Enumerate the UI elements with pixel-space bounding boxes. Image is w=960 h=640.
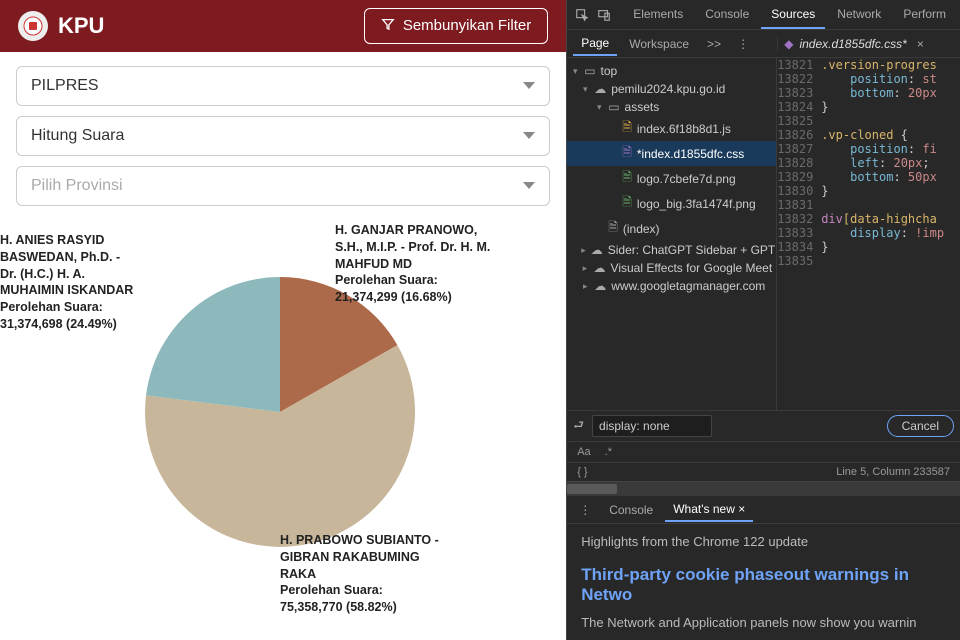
pie-chart-svg <box>140 272 420 552</box>
close-icon[interactable]: × <box>738 502 745 516</box>
sources-main: ▾▭top ▾☁pemilu2024.kpu.go.id ▾▭assets 🗎i… <box>567 58 960 410</box>
kebab-icon[interactable]: ⋮ <box>731 37 755 51</box>
tree-css-file[interactable]: 🗎*index.d1855dfc.css <box>567 141 776 166</box>
open-file-name: index.d1855dfc.css* <box>799 37 906 51</box>
horizontal-scrollbar[interactable] <box>567 481 960 495</box>
close-icon[interactable]: × <box>913 37 928 51</box>
bracket-icon[interactable]: { } <box>577 466 587 478</box>
drawer-tabs: ⋮ Console What's new × <box>567 496 960 524</box>
tab-elements[interactable]: Elements <box>623 1 693 29</box>
tree-top[interactable]: ▾▭top <box>567 62 776 80</box>
inspect-icon[interactable] <box>571 4 593 26</box>
pie-slice-anies[interactable] <box>146 277 280 412</box>
whatsnew-headline[interactable]: Third-party cookie phaseout warnings in … <box>581 565 946 605</box>
drawer-body: Highlights from the Chrome 122 update Th… <box>567 524 960 640</box>
drawer-kebab-icon[interactable]: ⋮ <box>573 503 597 517</box>
tree-assets[interactable]: ▾▭assets <box>567 98 776 116</box>
code-editor[interactable]: 13821.version-progres 13822 position: st… <box>777 58 960 410</box>
tree-img2[interactable]: 🗎logo_big.3fa1474f.png <box>567 191 776 216</box>
app-header: KPU Sembunyikan Filter <box>0 0 566 52</box>
devtools-panel: Elements Console Sources Network Perform… <box>566 0 960 640</box>
subtab-workspace[interactable]: Workspace <box>621 33 697 55</box>
filters-section: PILPRES Hitung Suara Pilih Provinsi <box>0 52 566 222</box>
sources-subtoolbar: Page Workspace >> ⋮ ◆ index.d1855dfc.css… <box>567 30 960 58</box>
app-title: KPU <box>58 13 364 39</box>
devtools-drawer: ⋮ Console What's new × Highlights from t… <box>567 495 960 640</box>
tree-js-file[interactable]: 🗎index.6f18b8d1.js <box>567 116 776 141</box>
device-toggle-icon[interactable] <box>593 4 615 26</box>
tree-ext2[interactable]: ▸☁Visual Effects for Google Meet <box>567 259 776 277</box>
cancel-button[interactable]: Cancel <box>887 415 954 437</box>
file-tree: ▾▭top ▾☁pemilu2024.kpu.go.id ▾▭assets 🗎i… <box>567 58 777 410</box>
tree-ext1[interactable]: ▸☁Sider: ChatGPT Sidebar + GPT <box>567 241 776 259</box>
pie-label-ganjar: H. GANJAR PRANOWO, S.H., M.I.P. - Prof. … <box>335 222 495 306</box>
open-file-tab[interactable]: ◆ index.d1855dfc.css* × <box>777 37 928 51</box>
chevron-down-icon <box>523 132 535 139</box>
subtab-more[interactable]: >> <box>701 37 727 51</box>
match-case-toggle[interactable]: Aa <box>577 446 590 458</box>
tree-index[interactable]: 🗎(index) <box>567 216 776 241</box>
pie-chart: H. ANIES RASYID BASWEDAN, Ph.D. - Dr. (H… <box>0 222 566 640</box>
whatsnew-highlights: Highlights from the Chrome 122 update <box>581 534 946 549</box>
tree-domain[interactable]: ▾☁pemilu2024.kpu.go.id <box>567 80 776 98</box>
scrollbar-thumb[interactable] <box>567 484 617 494</box>
pie-label-prabowo: H. PRABOWO SUBIANTO - GIBRAN RAKABUMING … <box>280 532 440 616</box>
drawer-tab-console[interactable]: Console <box>601 499 661 521</box>
filter-icon <box>381 17 395 35</box>
election-select-value: PILPRES <box>31 77 99 95</box>
count-select[interactable]: Hitung Suara <box>16 116 550 156</box>
devtools-main-tabs: Elements Console Sources Network Perform <box>623 1 956 29</box>
province-select-placeholder: Pilih Provinsi <box>31 177 123 195</box>
replace-toggle-icon[interactable]: ⮐ <box>573 416 584 437</box>
province-select[interactable]: Pilih Provinsi <box>16 166 550 206</box>
tree-img1[interactable]: 🗎logo.7cbefe7d.png <box>567 166 776 191</box>
subtab-page[interactable]: Page <box>573 32 617 56</box>
chevron-down-icon <box>523 82 535 89</box>
filter-button-label: Sembunyikan Filter <box>403 17 531 34</box>
tab-sources[interactable]: Sources <box>761 1 825 29</box>
kpu-logo <box>18 11 48 41</box>
drawer-tab-whatsnew[interactable]: What's new × <box>665 498 753 522</box>
tab-performance[interactable]: Perform <box>893 1 956 29</box>
chevron-down-icon <box>523 182 535 189</box>
app-panel: KPU Sembunyikan Filter PILPRES Hitung Su… <box>0 0 566 640</box>
cursor-position: Line 5, Column 233587 <box>836 466 950 478</box>
css-file-icon: ◆ <box>784 37 793 51</box>
count-select-value: Hitung Suara <box>31 127 124 145</box>
editor-search-bar: ⮐ Cancel <box>567 410 960 441</box>
editor-status: { } Line 5, Column 233587 <box>567 462 960 481</box>
tree-ext3[interactable]: ▸☁www.googletagmanager.com <box>567 277 776 295</box>
toggle-filter-button[interactable]: Sembunyikan Filter <box>364 8 548 44</box>
pie-label-anies: H. ANIES RASYID BASWEDAN, Ph.D. - Dr. (H… <box>0 232 140 333</box>
search-options-row: Aa .* <box>567 441 960 462</box>
search-input[interactable] <box>592 415 712 437</box>
tab-network[interactable]: Network <box>827 1 891 29</box>
election-select[interactable]: PILPRES <box>16 66 550 106</box>
regex-toggle[interactable]: .* <box>605 446 612 458</box>
whatsnew-body: The Network and Application panels now s… <box>581 615 946 630</box>
tab-console[interactable]: Console <box>695 1 759 29</box>
devtools-toolbar: Elements Console Sources Network Perform <box>567 0 960 30</box>
